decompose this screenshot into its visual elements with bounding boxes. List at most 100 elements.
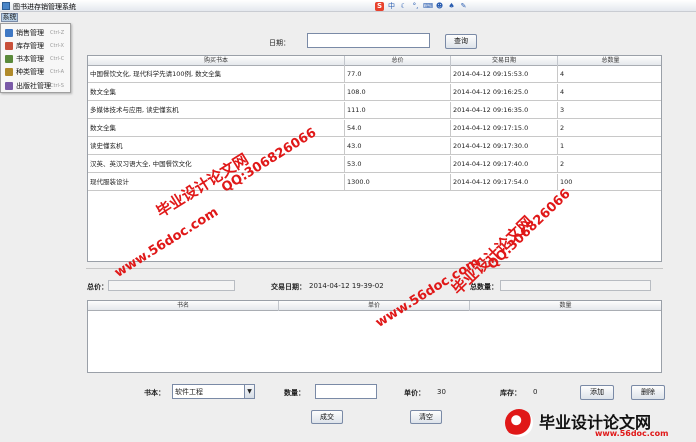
system-dropdown-menu: 销售管理 Ctrl-Z 库存管理 Ctrl-X 书本管理 Ctrl-C 种类管理 Ctrl-A… — [0, 23, 71, 93]
menu-item-shortcut: Ctrl-S — [50, 82, 64, 89]
punctuation-icon[interactable]: °, — [411, 2, 420, 11]
quantity-input[interactable] — [315, 384, 377, 399]
quantity-label: 数量： — [284, 389, 305, 397]
header-total-qty[interactable]: 总数量 — [558, 56, 661, 66]
table-cell: 54.0 — [345, 120, 451, 137]
menu-item-2[interactable]: 库存管理 Ctrl-X — [1, 39, 70, 52]
site-logo: 毕业设计论文网 www.56doc.com — [505, 407, 693, 439]
header-books[interactable]: 购买书本 — [88, 56, 345, 66]
table-row[interactable]: 多媒体技术与应用, 读史懂玄机 111.0 2014-04-12 09:16:35.… — [88, 102, 661, 119]
date-label: 日期： — [269, 39, 290, 47]
menu-item-shortcut: Ctrl-C — [50, 56, 65, 63]
date-input[interactable] — [307, 33, 430, 48]
total-qty-field[interactable] — [500, 280, 651, 291]
delete-button[interactable]: 删除 — [631, 385, 665, 400]
table-cell: 2 — [560, 124, 565, 132]
table-cell: 53.0 — [345, 156, 451, 173]
menu-item-shortcut: Ctrl-A — [50, 69, 65, 76]
table-row[interactable]: 现代服装设计 1300.0 2014-04-12 09:17:54.0 100 — [88, 174, 661, 191]
table-cell: 2014-04-12 09:17:54.0 — [451, 174, 558, 191]
menu-item-icon — [5, 81, 13, 90]
trade-date-label: 交易日期： — [271, 283, 306, 291]
table-cell: 2014-04-12 09:17:40.0 — [451, 156, 558, 173]
chinese-mode-icon[interactable]: 中 — [387, 2, 396, 11]
divider — [86, 268, 663, 269]
moon-icon[interactable]: ☾ — [399, 2, 408, 11]
table-row[interactable]: 中国餐饮文化, 现代科学先请100例, 数文全集 77.0 2014-04-12 0… — [88, 66, 661, 83]
cart-table[interactable]: 书名 单价 数量 — [87, 300, 662, 373]
logo-url: www.56doc.com — [595, 429, 669, 438]
table-cell: 中国餐饮文化, 现代科学先请100例, 数文全集 — [88, 66, 345, 83]
clear-button[interactable]: 清空 — [410, 410, 442, 424]
header-unit-price[interactable]: 单价 — [279, 301, 470, 311]
ime-toolbar: S 中 ☾ °, ⌨ ☻ ♠ ✎ — [375, 1, 468, 11]
title-bar — [0, 0, 696, 12]
stock-label: 库存： — [500, 389, 521, 397]
wrench-icon[interactable]: ✎ — [459, 2, 468, 11]
menu-item-label: 销售管理 — [16, 28, 44, 37]
table-cell: 多媒体技术与应用, 读史懂玄机 — [88, 102, 345, 119]
menu-item-label: 出版社管理 — [16, 81, 51, 90]
menu-item-1[interactable]: 销售管理 Ctrl-Z — [1, 26, 70, 39]
table-cell: 77.0 — [345, 66, 451, 83]
stock-value: 0 — [533, 388, 538, 396]
menu-item-4[interactable]: 种类管理 Ctrl-A — [1, 66, 70, 79]
header-date[interactable]: 交易日期 — [451, 56, 558, 66]
logo-emblem-icon — [505, 409, 533, 437]
menu-item-label: 种类管理 — [16, 68, 44, 77]
table-row[interactable]: 读史懂玄机 43.0 2014-04-12 09:17:30.0 1 — [88, 138, 661, 155]
menu-item-label: 库存管理 — [16, 41, 44, 50]
table-cell: 111.0 — [345, 102, 451, 119]
trade-date-value: 2014-04-12 19-39-02 — [309, 282, 384, 290]
table-cell: 2014-04-12 09:16:35.0 — [451, 102, 558, 119]
book-label: 书本： — [144, 389, 165, 397]
table-cell: 4 — [560, 70, 565, 78]
table-cell: 数文全集 — [88, 84, 345, 101]
chevron-down-icon[interactable]: ▼ — [244, 385, 254, 398]
keyboard-icon[interactable]: ⌨ — [423, 2, 433, 11]
table-row[interactable]: 汉英、英汉习语大全, 中国餐饮文化 53.0 2014-04-12 09:17:40… — [88, 156, 661, 173]
cart-table-header: 书名 单价 数量 — [88, 301, 661, 311]
table-cell: 100 — [560, 178, 573, 186]
header-quantity[interactable]: 数量 — [470, 301, 661, 311]
menu-item-icon — [5, 68, 13, 77]
table-cell: 2014-04-12 09:16:25.0 — [451, 84, 558, 101]
menu-item-label: 书本管理 — [16, 55, 44, 64]
table-row[interactable]: 数文全集 108.0 2014-04-12 09:16:25.0 4 — [88, 84, 661, 101]
table-cell: 2014-04-12 09:15:53.0 — [451, 66, 558, 83]
sogou-s-icon[interactable]: S — [375, 1, 384, 11]
shirt-icon[interactable]: ♠ — [447, 2, 456, 11]
menu-item-icon — [5, 28, 13, 37]
menu-item-3[interactable]: 书本管理 Ctrl-C — [1, 53, 70, 66]
menu-item-shortcut: Ctrl-X — [50, 42, 64, 49]
unit-price-label: 单价： — [404, 389, 425, 397]
menu-item-icon — [5, 41, 13, 50]
query-button[interactable]: 查询 — [445, 34, 477, 49]
table-row[interactable]: 数文全集 54.0 2014-04-12 09:17:15.0 2 — [88, 120, 661, 137]
header-book-name[interactable]: 书名 — [88, 301, 279, 311]
menu-bar — [0, 12, 696, 23]
menu-system[interactable]: 系统 — [1, 13, 18, 22]
total-price-field[interactable] — [108, 280, 235, 291]
unit-price-value: 30 — [437, 388, 446, 396]
table-cell: 2014-04-12 09:17:30.0 — [451, 138, 558, 155]
table-cell: 2 — [560, 160, 565, 168]
table-cell: 2014-04-12 09:17:15.0 — [451, 120, 558, 137]
table-cell: 43.0 — [345, 138, 451, 155]
menu-item-shortcut: Ctrl-Z — [50, 29, 65, 36]
total-price-label: 总价： — [87, 283, 108, 291]
table-cell: 1300.0 — [345, 174, 451, 191]
menu-item-icon — [5, 55, 13, 64]
header-total-price[interactable]: 总价 — [345, 56, 451, 66]
sales-table-header: 购买书本 总价 交易日期 总数量 — [88, 56, 661, 66]
deal-button[interactable]: 成交 — [311, 410, 343, 424]
user-icon[interactable]: ☻ — [435, 2, 444, 11]
book-select-value: 软件工程 — [175, 388, 203, 396]
add-button[interactable]: 添加 — [580, 385, 614, 400]
window-title: 图书进存销管理系统 — [13, 3, 76, 11]
app-icon — [2, 2, 10, 10]
table-cell: 3 — [560, 106, 565, 114]
menu-item-5[interactable]: 出版社管理 Ctrl-S — [1, 79, 70, 92]
table-cell: 108.0 — [345, 84, 451, 101]
table-cell: 1 — [560, 142, 565, 150]
